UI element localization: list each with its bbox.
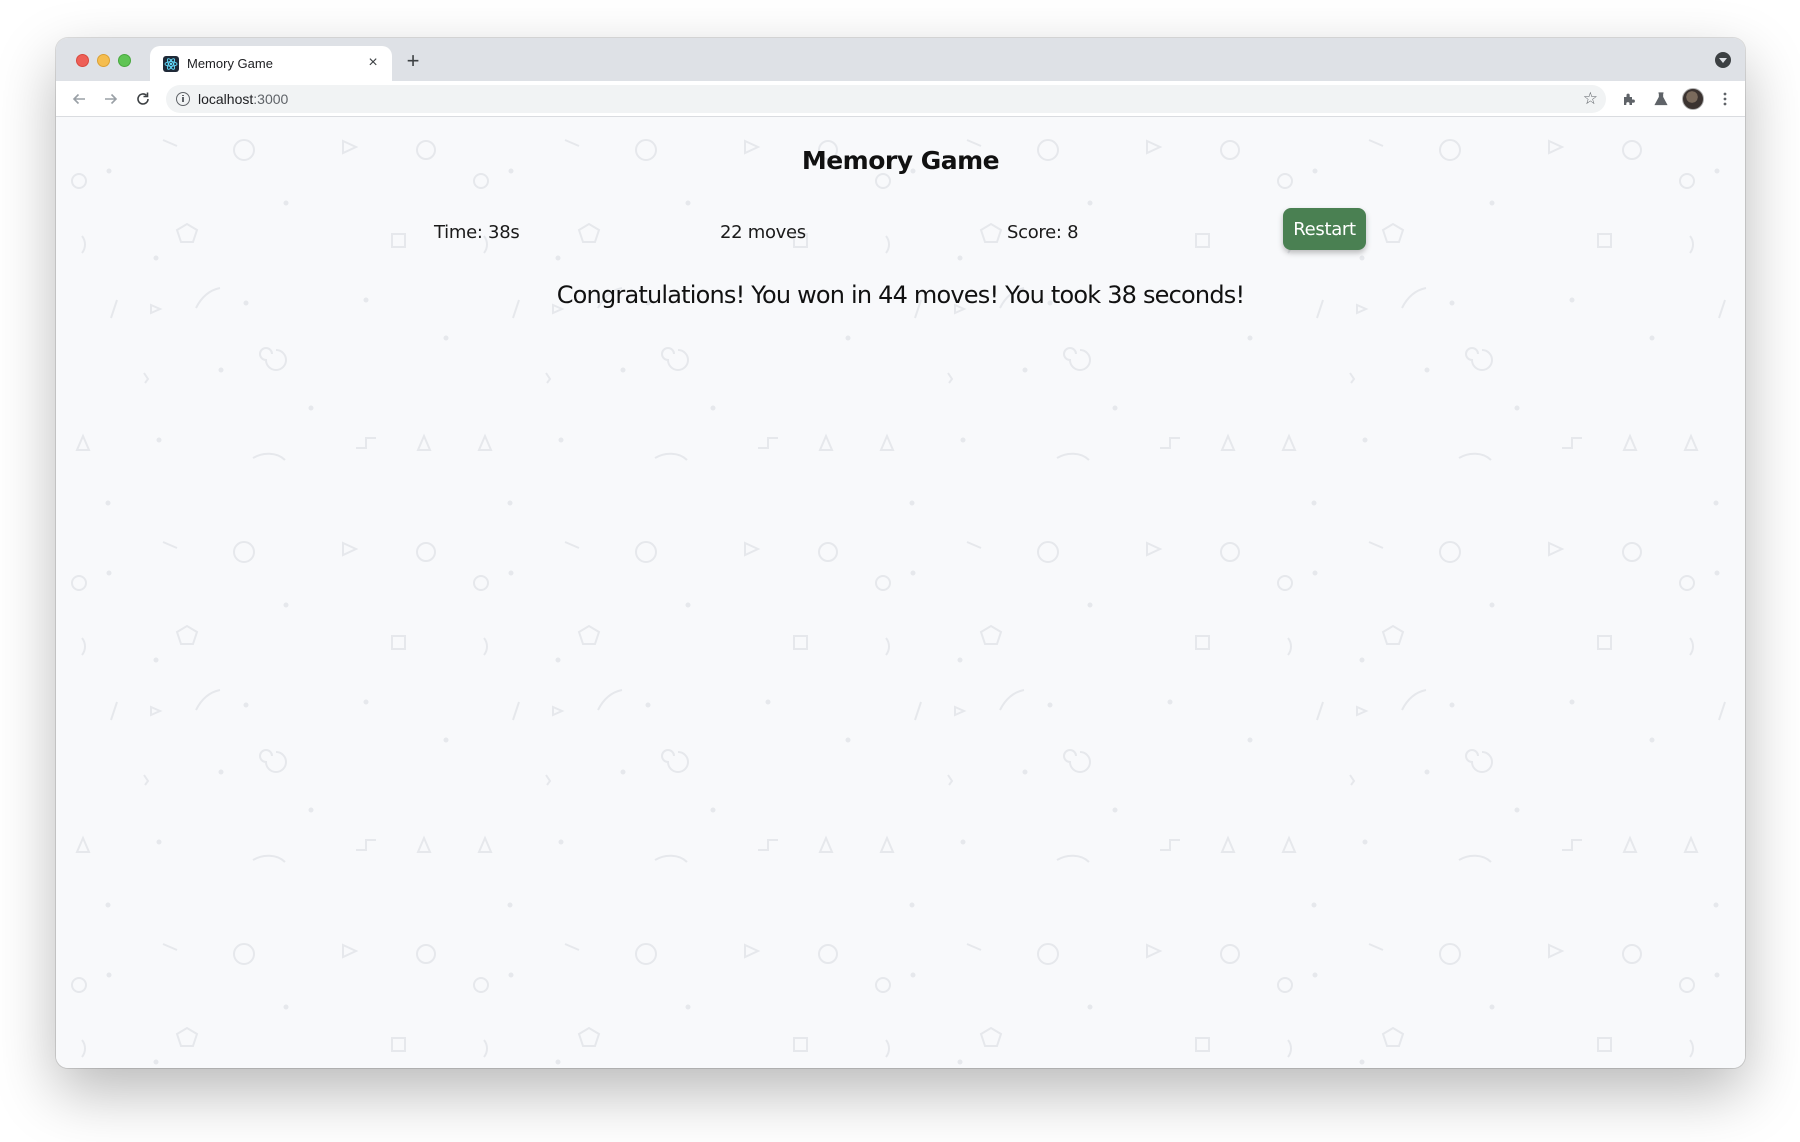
star-icon[interactable]: ☆	[1583, 89, 1598, 109]
browser-toolbar: localhost:3000 ☆	[56, 81, 1745, 117]
maximize-window-button[interactable]	[118, 54, 131, 67]
address-bar[interactable]: localhost:3000 ☆	[166, 85, 1606, 113]
tab-close-icon[interactable]: ×	[364, 54, 382, 72]
labs-icon[interactable]	[1648, 86, 1674, 112]
win-message: Congratulations! You won in 44 moves! Yo…	[556, 281, 1245, 309]
profile-avatar[interactable]	[1680, 86, 1706, 112]
url-port: :3000	[253, 91, 289, 107]
moves-counter: 22 moves	[720, 222, 806, 243]
url-text: localhost:3000	[198, 91, 288, 107]
timer-display: Time: 38s	[434, 222, 520, 243]
more-menu-icon[interactable]	[1712, 86, 1738, 112]
tab-strip: Memory Game × +	[56, 38, 1745, 81]
minimize-window-button[interactable]	[97, 54, 110, 67]
background-pattern	[56, 118, 1745, 1068]
close-window-button[interactable]	[76, 54, 89, 67]
info-icon[interactable]	[176, 92, 190, 106]
back-icon[interactable]	[66, 86, 92, 112]
forward-icon[interactable]	[98, 86, 124, 112]
browser-tab[interactable]: Memory Game ×	[150, 46, 392, 81]
restart-button[interactable]: Restart	[1283, 208, 1366, 250]
react-favicon-icon	[163, 56, 179, 72]
tab-title: Memory Game	[187, 56, 273, 71]
avatar-image	[1682, 88, 1704, 110]
tab-search-icon[interactable]	[1715, 52, 1731, 68]
score-display: Score: 8	[1007, 222, 1079, 243]
new-tab-button[interactable]: +	[400, 49, 426, 75]
page-title: Memory Game	[801, 146, 1000, 175]
browser-window: Memory Game × + localhost:3000 ☆ Memory …	[56, 38, 1745, 1068]
page-viewport: Memory Game Time: 38s 22 moves Score: 8 …	[56, 118, 1745, 1068]
extensions-icon[interactable]	[1616, 86, 1642, 112]
reload-icon[interactable]	[130, 86, 156, 112]
url-host: localhost	[198, 91, 254, 107]
